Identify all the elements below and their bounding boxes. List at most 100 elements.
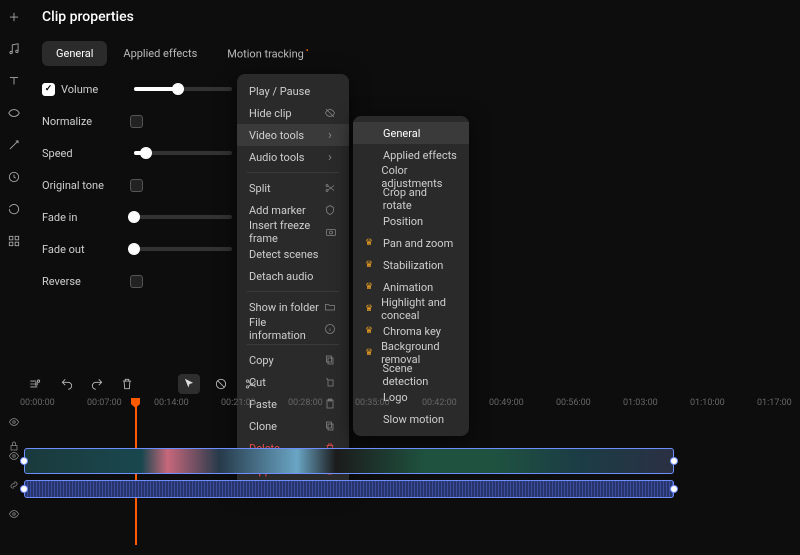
track-visibility-icons — [8, 416, 20, 454]
eye-icon[interactable] — [8, 450, 20, 465]
copy-icon — [323, 353, 337, 367]
tab-motion-tracking[interactable]: Motion tracking• — [213, 40, 322, 67]
eye-icon[interactable] — [8, 508, 20, 523]
crown-icon: ♛ — [365, 172, 373, 182]
ruler-tick: 00:28:00 — [288, 398, 323, 408]
menu-audio-tools[interactable]: Audio tools — [237, 146, 349, 168]
menu-copy[interactable]: Copy — [237, 349, 349, 371]
ruler-tick: 01:17:00 — [757, 398, 792, 408]
menu-video-tools[interactable]: Video tools — [237, 124, 349, 146]
submenu-label: Slow motion — [383, 413, 444, 426]
normalize-checkbox[interactable] — [130, 115, 143, 128]
timeline-tracks — [24, 448, 792, 504]
ruler-tick: 00:56:00 — [556, 398, 591, 408]
submenu-item[interactable]: ♛Animation — [353, 276, 469, 298]
prop-fade-out: Fade out — [42, 240, 232, 258]
menu-play-pause[interactable]: Play / Pause — [237, 80, 349, 102]
menu-add-marker[interactable]: Add marker — [237, 199, 349, 221]
pointer-icon[interactable] — [178, 374, 200, 394]
audio-track[interactable] — [24, 480, 792, 498]
tab-applied-effects[interactable]: Applied effects — [109, 41, 211, 66]
submenu-item[interactable]: ♛Applied effects — [353, 144, 469, 166]
ruler-tick: 01:03:00 — [623, 398, 658, 408]
timeline-toolbar — [26, 374, 260, 394]
crown-icon: ♛ — [365, 128, 375, 138]
music-icon[interactable] — [5, 40, 23, 58]
submenu-item[interactable]: ♛Crop and rotate — [353, 188, 469, 210]
fade-in-slider[interactable] — [134, 215, 232, 219]
clip-handle-left[interactable] — [20, 485, 28, 493]
split-icon[interactable] — [242, 375, 260, 393]
prop-normalize: Normalize — [42, 112, 232, 130]
redo-icon[interactable] — [88, 375, 106, 393]
properties-panel: Volume Normalize Speed Original tone Fad… — [42, 80, 232, 290]
context-menu: Play / Pause Hide clip Video tools Audio… — [237, 74, 349, 487]
ruler-tick: 00:35:00 — [355, 398, 390, 408]
submenu-item[interactable]: ♛ Stabilization — [353, 254, 469, 276]
wand-icon[interactable] — [5, 136, 23, 154]
menu-file-info[interactable]: File information — [237, 318, 349, 340]
crown-icon: ♛ — [365, 326, 375, 336]
submenu-label: Chroma key — [383, 325, 441, 338]
link-icon[interactable] — [8, 479, 20, 494]
prop-speed: Speed — [42, 144, 232, 162]
clip-handle-right[interactable] — [670, 457, 678, 465]
submenu-item[interactable]: ♛Pan and zoom — [353, 232, 469, 254]
rotate-icon[interactable] — [5, 200, 23, 218]
submenu-item[interactable]: ♛ Chroma key — [353, 320, 469, 342]
eye-icon[interactable] — [8, 416, 20, 430]
submenu-item[interactable]: ♛General — [353, 122, 469, 144]
clip-handle-left[interactable] — [20, 457, 28, 465]
crown-icon: ♛ — [365, 348, 373, 358]
video-clip[interactable] — [24, 448, 674, 474]
settings-icon[interactable] — [26, 375, 44, 393]
fade-out-slider[interactable] — [134, 247, 232, 251]
crown-icon: ♛ — [365, 238, 375, 248]
eye-off-icon — [323, 106, 337, 120]
video-track[interactable] — [24, 448, 792, 474]
mask-icon[interactable] — [5, 104, 23, 122]
menu-clone[interactable]: Clone — [237, 415, 349, 437]
grid-icon[interactable] — [5, 232, 23, 250]
tab-general[interactable]: General — [42, 41, 107, 66]
clone-icon — [323, 419, 337, 433]
delete-icon[interactable] — [118, 375, 136, 393]
disable-icon[interactable] — [212, 375, 230, 393]
chevron-right-icon — [323, 128, 337, 142]
menu-split[interactable]: Split — [237, 177, 349, 199]
submenu-item[interactable]: ♛Scene detection — [353, 364, 469, 386]
folder-icon — [323, 300, 337, 314]
volume-slider[interactable] — [134, 87, 232, 91]
undo-icon[interactable] — [58, 375, 76, 393]
speed-slider[interactable] — [134, 151, 232, 155]
reverse-checkbox[interactable] — [130, 275, 143, 288]
ruler-tick: 00:14:00 — [154, 398, 189, 408]
menu-show-folder[interactable]: Show in folder — [237, 296, 349, 318]
submenu-item[interactable]: ♛Background removal — [353, 342, 469, 364]
text-icon[interactable] — [5, 72, 23, 90]
plus-icon[interactable] — [5, 8, 23, 26]
submenu-item[interactable]: ♛Color adjustments — [353, 166, 469, 188]
submenu-item[interactable]: ♛Position — [353, 210, 469, 232]
submenu-label: Stabilization — [383, 259, 443, 272]
submenu-item[interactable]: ♛Highlight and conceal — [353, 298, 469, 320]
original-tone-checkbox[interactable] — [130, 179, 143, 192]
audio-clip[interactable] — [24, 480, 674, 498]
marker-icon — [323, 203, 337, 217]
cut-icon — [323, 375, 337, 389]
page-title: Clip properties — [42, 9, 134, 25]
ruler-tick: 00:21:00 — [221, 398, 256, 408]
clip-handle-right[interactable] — [670, 485, 678, 493]
info-icon — [323, 322, 337, 336]
menu-detach-audio[interactable]: Detach audio — [237, 265, 349, 287]
crown-icon: ♛ — [365, 260, 375, 270]
volume-checkbox[interactable] — [42, 83, 55, 96]
menu-freeze-frame[interactable]: Insert freeze frame — [237, 221, 349, 243]
crown-icon: ♛ — [365, 216, 375, 226]
menu-hide-clip[interactable]: Hide clip — [237, 102, 349, 124]
prop-fade-in: Fade in — [42, 208, 232, 226]
track-row-icons — [8, 450, 20, 523]
menu-detect-scenes[interactable]: Detect scenes — [237, 243, 349, 265]
ruler-tick: 00:42:00 — [422, 398, 457, 408]
clock-icon[interactable] — [5, 168, 23, 186]
